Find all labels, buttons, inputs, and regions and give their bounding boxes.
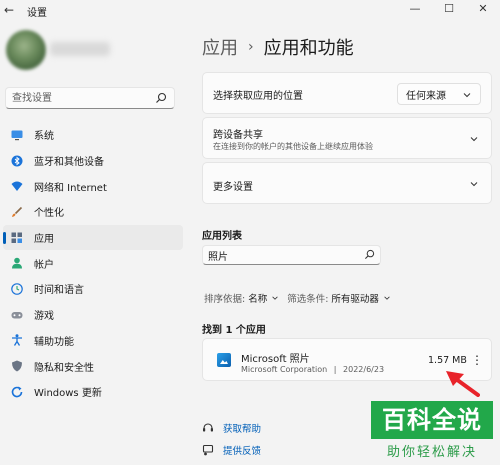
monitor-icon — [11, 130, 23, 141]
back-arrow-icon[interactable]: ← — [4, 3, 18, 17]
app-search-input[interactable] — [203, 246, 353, 264]
sidebar-item-label: 辅助功能 — [34, 336, 74, 348]
install-source-card: 选择获取应用的位置 任何来源 — [202, 72, 492, 114]
globe-clock-icon — [11, 283, 23, 295]
install-source-title: 选择获取应用的位置 — [213, 91, 303, 102]
photos-app-icon — [217, 353, 231, 367]
sidebar-nav: 系统 蓝牙和其他设备 网络和 Internet 个性化 应用 帐户 时间和语言 … — [3, 122, 183, 405]
breadcrumb-parent[interactable]: 应用 — [202, 34, 238, 60]
app-meta: Microsoft Corporation | 2022/6/23 — [241, 365, 384, 374]
sidebar-item-gaming[interactable]: 游戏 — [3, 302, 183, 328]
watermark-main-text: 百科全说 — [371, 401, 493, 439]
gamepad-icon — [11, 311, 23, 319]
feedback-icon — [202, 444, 214, 456]
sort-filter-row: 排序依据: 名称 筛选条件: 所有驱动器 — [204, 291, 399, 305]
install-source-value: 任何来源 — [406, 90, 446, 102]
accessibility-icon — [12, 334, 22, 347]
app-size: 1.57 MB — [428, 355, 467, 366]
chevron-down-icon[interactable] — [469, 179, 479, 189]
search-icon[interactable] — [155, 92, 167, 104]
more-settings-title: 更多设置 — [213, 182, 253, 193]
sidebar-item-network[interactable]: 网络和 Internet — [3, 173, 183, 199]
shield-icon — [12, 360, 22, 372]
title-bar: ← 设置 — ☐ ✕ — [0, 0, 500, 20]
sidebar-item-time-language[interactable]: 时间和语言 — [3, 276, 183, 302]
more-settings-card[interactable]: 更多设置 — [202, 162, 492, 204]
sidebar-item-label: 系统 — [34, 131, 54, 143]
minimize-button[interactable]: — — [398, 0, 432, 20]
person-icon — [12, 257, 22, 269]
breadcrumb-separator: › — [248, 39, 254, 55]
search-input[interactable] — [6, 88, 146, 108]
get-help-label: 获取帮助 — [223, 424, 262, 435]
watermark-sub-text: 助你轻松解决 — [386, 445, 477, 460]
feedback-link[interactable]: 提供反馈 — [202, 440, 261, 460]
chevron-down-icon[interactable] — [383, 294, 391, 302]
sidebar-item-personalization[interactable]: 个性化 — [3, 199, 183, 225]
feedback-label: 提供反馈 — [223, 446, 262, 457]
sidebar-item-privacy[interactable]: 隐私和安全性 — [3, 353, 183, 379]
window-title: 设置 — [27, 8, 47, 19]
app-publisher: Microsoft Corporation — [241, 365, 328, 374]
account-name-blurred — [50, 42, 110, 56]
sidebar-item-label: Windows 更新 — [34, 388, 102, 400]
share-title: 跨设备共享 — [213, 130, 263, 141]
apps-icon — [11, 232, 22, 243]
results-count: 找到 1 个应用 — [202, 325, 266, 336]
sidebar-item-label: 蓝牙和其他设备 — [34, 157, 104, 169]
sort-label: 排序依据: — [204, 294, 246, 305]
filter-drive-dropdown[interactable]: 所有驱动器 — [331, 291, 379, 305]
search-box[interactable] — [5, 87, 175, 109]
wifi-icon — [11, 181, 23, 192]
sidebar-item-windows-update[interactable]: Windows 更新 — [3, 379, 183, 405]
meta-divider: | — [333, 365, 337, 374]
help-icon — [203, 423, 213, 432]
avatar[interactable] — [6, 30, 46, 70]
share-across-devices-card[interactable]: 跨设备共享 在连接到你的帐户的其他设备上继续应用体验 — [202, 117, 492, 159]
sidebar-item-apps[interactable]: 应用 — [3, 224, 183, 251]
help-links: 获取帮助 提供反馈 — [202, 418, 261, 462]
bluetooth-icon — [11, 155, 23, 167]
sidebar-item-system[interactable]: 系统 — [3, 122, 183, 148]
sidebar-item-label: 应用 — [34, 234, 54, 246]
app-date: 2022/6/23 — [343, 365, 385, 374]
chevron-down-icon[interactable] — [469, 134, 479, 144]
sidebar-item-bluetooth[interactable]: 蓝牙和其他设备 — [3, 148, 183, 174]
maximize-button[interactable]: ☐ — [432, 0, 466, 20]
filter-label: 筛选条件: — [287, 294, 329, 305]
sidebar-item-label: 时间和语言 — [34, 285, 84, 297]
install-source-dropdown[interactable]: 任何来源 — [397, 83, 481, 105]
sidebar-item-label: 隐私和安全性 — [34, 362, 94, 374]
share-subtitle: 在连接到你的帐户的其他设备上继续应用体验 — [213, 142, 373, 151]
brush-icon — [12, 206, 23, 217]
sidebar-item-accounts[interactable]: 帐户 — [3, 250, 183, 276]
sidebar-item-label: 网络和 Internet — [34, 182, 107, 194]
chevron-down-icon — [463, 93, 471, 98]
search-icon[interactable] — [364, 249, 375, 260]
app-search-box[interactable] — [202, 245, 381, 265]
sort-dropdown[interactable]: 名称 — [248, 291, 267, 305]
app-name: Microsoft 照片 — [241, 354, 310, 365]
page-title: 应用和功能 — [263, 38, 354, 59]
close-button[interactable]: ✕ — [466, 0, 500, 20]
get-help-link[interactable]: 获取帮助 — [202, 418, 261, 438]
chevron-down-icon[interactable] — [271, 294, 279, 302]
sidebar-item-accessibility[interactable]: 辅助功能 — [3, 328, 183, 354]
sidebar-item-label: 个性化 — [34, 208, 64, 220]
app-list-heading: 应用列表 — [202, 231, 242, 242]
watermark-logo: 百科全说 助你轻松解决 — [371, 401, 493, 465]
sidebar-item-label: 游戏 — [34, 311, 54, 323]
red-arrow-annotation — [446, 371, 480, 397]
sidebar-item-label: 帐户 — [34, 259, 54, 271]
window-controls: — ☐ ✕ — [398, 0, 500, 20]
breadcrumb: 应用 › 应用和功能 — [202, 34, 354, 60]
update-icon — [11, 386, 23, 398]
